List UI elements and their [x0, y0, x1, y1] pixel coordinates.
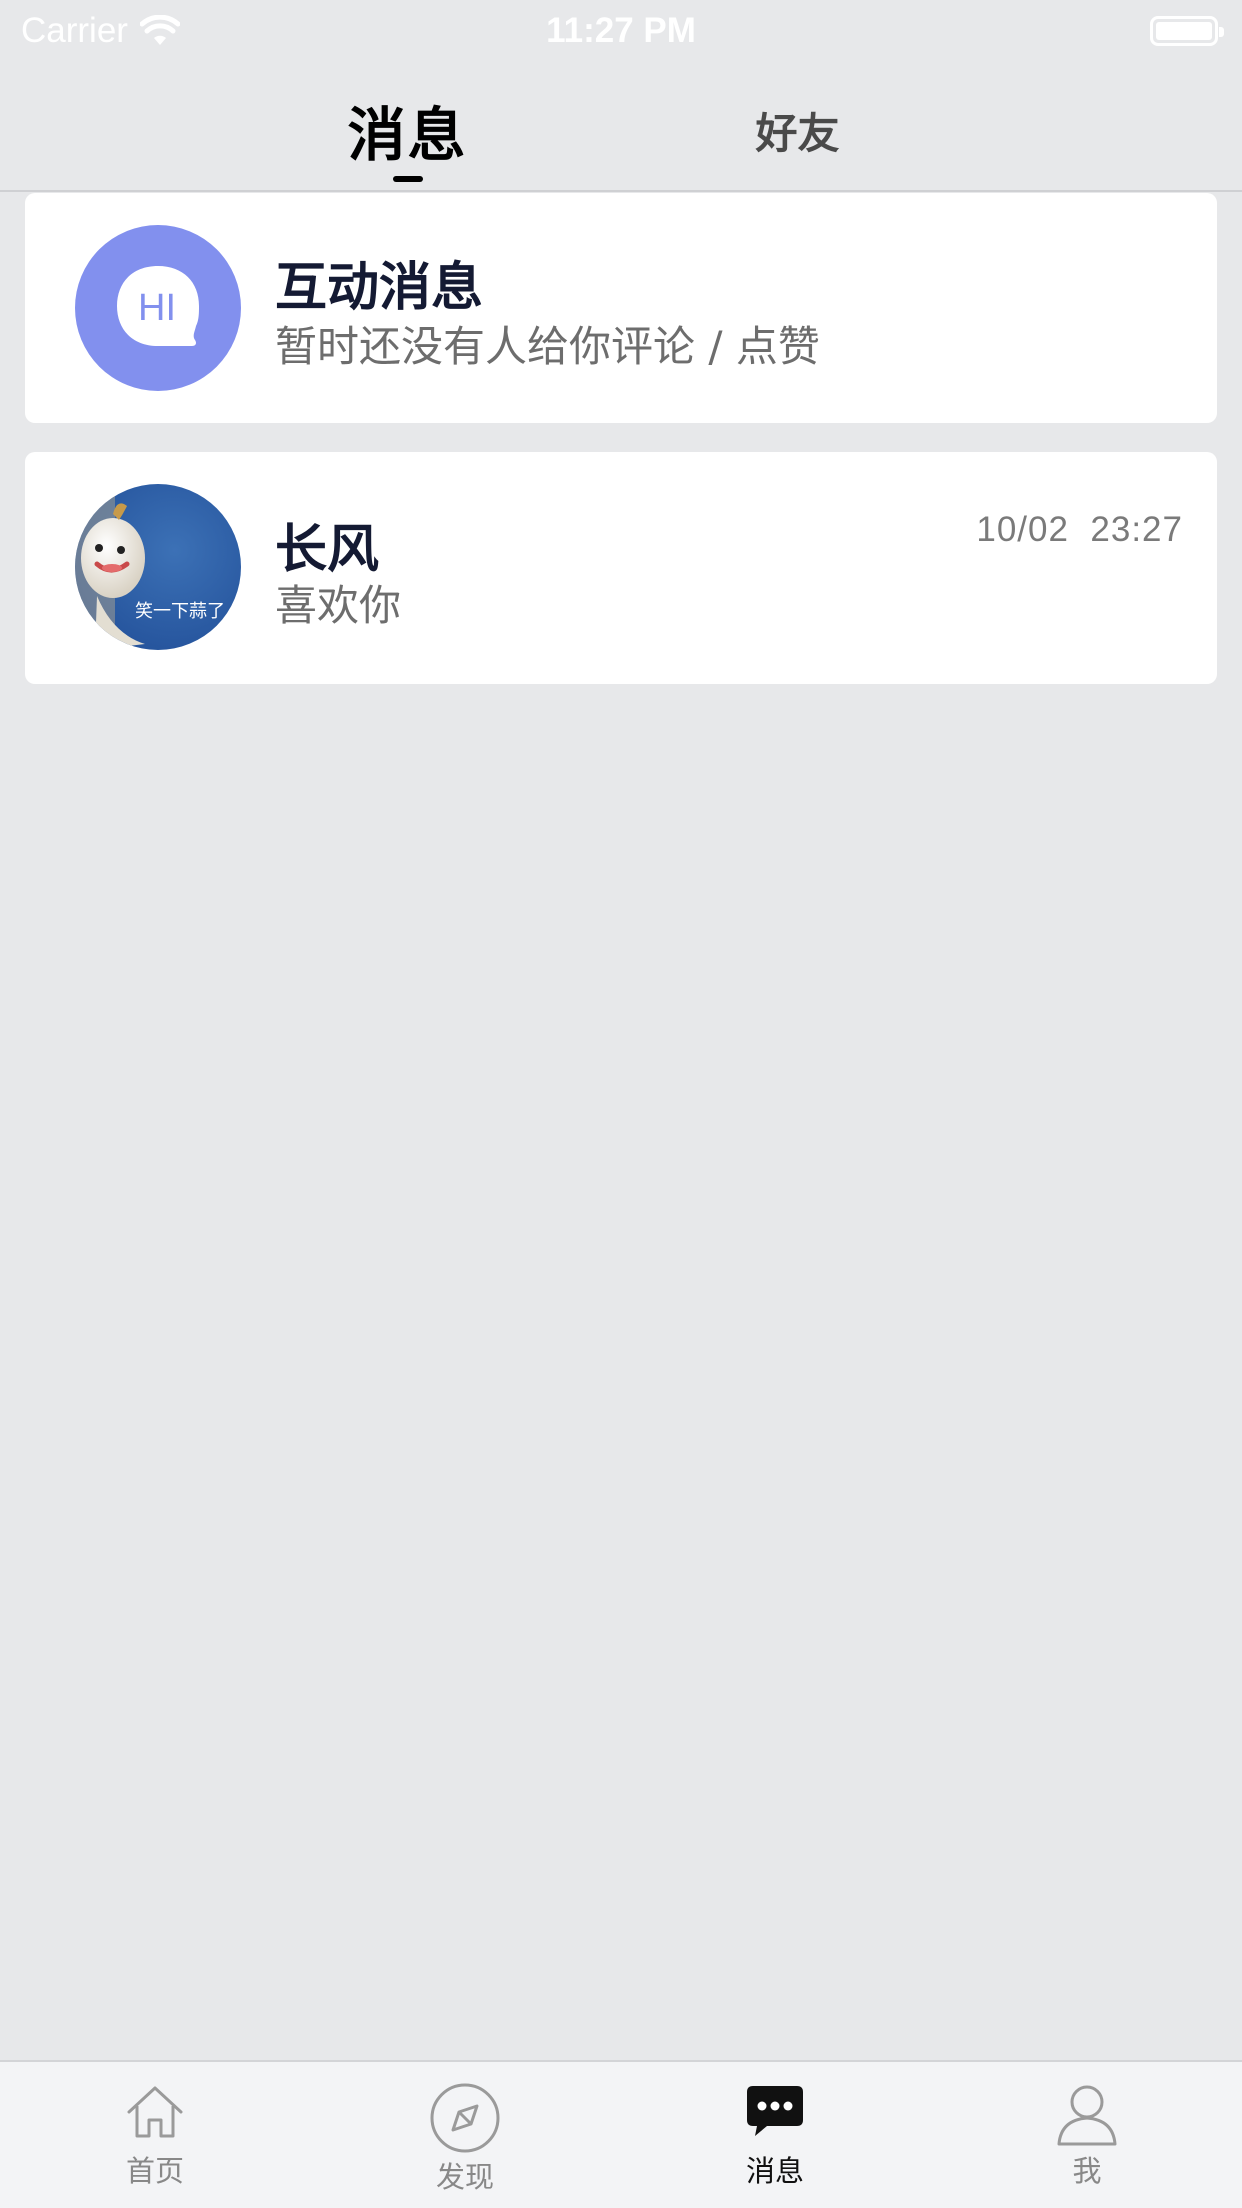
- tab-messages-label: 消息: [347, 101, 468, 169]
- status-bar: Carrier 11:27 PM: [0, 0, 1242, 62]
- top-tab-header: 消息 好友: [0, 62, 1242, 192]
- person-icon: [1057, 2085, 1117, 2146]
- compass-icon: [430, 2083, 500, 2153]
- status-time: 11:27 PM: [546, 11, 696, 50]
- user-avatar[interactable]: 笑一下蒜了: [75, 484, 241, 650]
- interaction-subtitle: 暂时还没有人给你评论 / 点赞: [275, 322, 820, 371]
- last-message-preview: 喜欢你: [275, 581, 402, 630]
- interaction-avatar: HI: [75, 225, 241, 391]
- bottom-tab-bar: 首页 发现 消息 我: [0, 2060, 1242, 2208]
- message-time: 23:27: [1090, 510, 1183, 549]
- tabbar-messages-label: 消息: [745, 2154, 804, 2188]
- interaction-messages-card[interactable]: HI 互动消息 暂时还没有人给你评论 / 点赞: [25, 193, 1217, 423]
- tabbar-me[interactable]: 我: [1007, 2082, 1167, 2190]
- message-timestamp: 10/02 23:27: [976, 510, 1183, 550]
- hi-text: HI: [138, 287, 176, 329]
- tab-friends[interactable]: 好友: [740, 100, 855, 161]
- tab-messages[interactable]: 消息: [345, 88, 470, 172]
- message-date: 10/02: [976, 510, 1069, 549]
- contact-name: 长风: [275, 520, 380, 580]
- tabbar-messages[interactable]: 消息: [695, 2082, 855, 2190]
- tabbar-me-label: 我: [1072, 2154, 1102, 2188]
- tabbar-home-label: 首页: [125, 2154, 184, 2188]
- battery-icon: [1150, 16, 1224, 46]
- chat-bubble-icon: [747, 2086, 803, 2136]
- conversation-item[interactable]: 笑一下蒜了 长风 喜欢你 10/02 23:27: [25, 452, 1217, 684]
- tab-friends-label: 好友: [755, 109, 840, 158]
- interaction-title: 互动消息: [275, 258, 484, 318]
- active-tab-indicator: [393, 176, 423, 182]
- avatar-caption: 笑一下蒜了: [135, 601, 225, 622]
- tabbar-home[interactable]: 首页: [75, 2082, 235, 2190]
- home-icon: [127, 2086, 183, 2138]
- tabbar-discover[interactable]: 发现: [385, 2082, 545, 2196]
- tabbar-discover-label: 发现: [435, 2160, 494, 2194]
- hi-bubble-icon: HI: [117, 266, 199, 346]
- avatar-image: 笑一下蒜了: [75, 484, 241, 650]
